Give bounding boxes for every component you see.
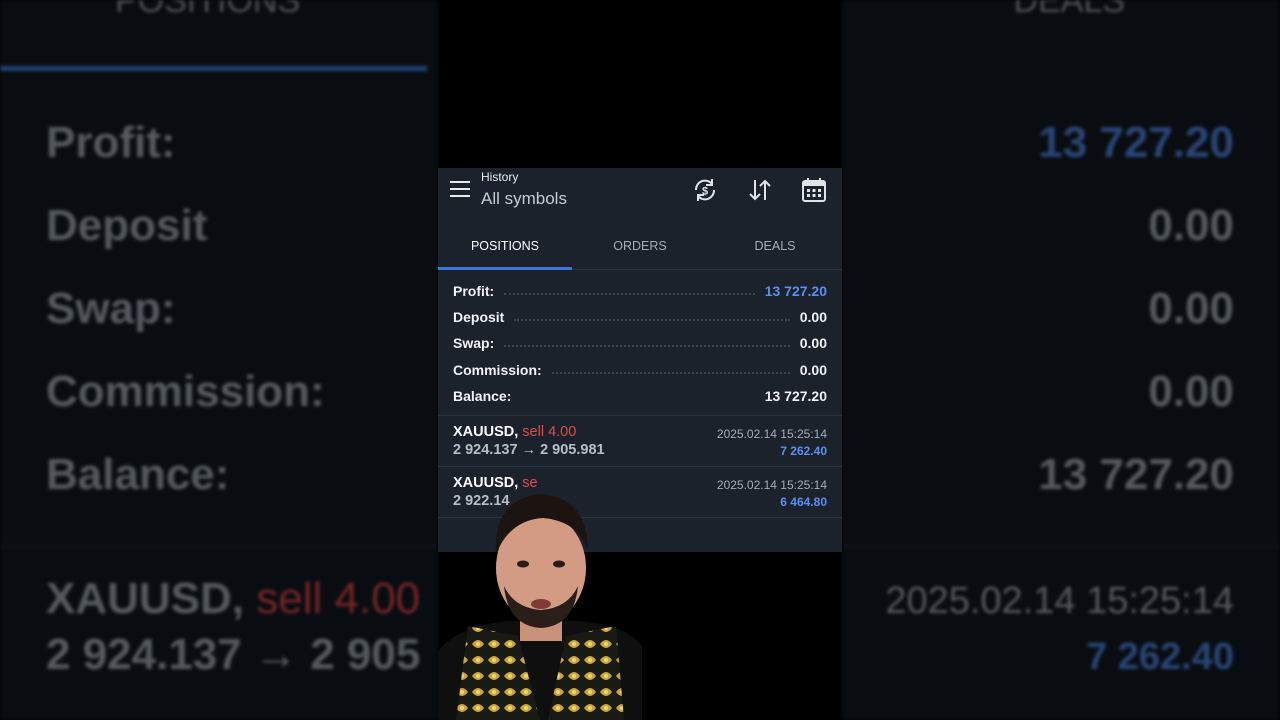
dotted-leader [504,345,790,348]
bg-divider-right [842,546,1280,547]
bg-row-commission: Commission: [46,367,325,416]
bg-value-balance: 13 727.20 [1038,450,1234,499]
presenter-webcam [438,494,642,720]
bg-deal-price: 2 924.137 → 2 905 [46,630,421,679]
deal-profit: 6 464.80 [780,494,827,509]
tab-positions[interactable]: POSITIONS [438,223,572,269]
background-left-blurred: POSITIONS Profit: Deposit Swap: Commissi… [0,0,438,720]
currency-exchange-icon[interactable]: $ [691,176,719,204]
tab-orders[interactable]: ORDERS [573,223,707,269]
deal-side: sell 4.00 [522,423,577,440]
calendar-icon[interactable] [800,176,828,204]
bg-value-swap: 0.00 [1148,284,1234,333]
bg-row-balance: Balance: [46,450,230,499]
deposit-value: 0.00 [799,309,827,326]
bg-row-profit: Profit: [46,118,176,167]
toolbar: History All symbols $ [438,168,842,223]
summary-row-balance: Balance: 13 727.20 [453,387,827,404]
bg-deal-profit: 7 262.40 [1086,636,1234,678]
bg-divider [0,546,438,547]
bg-tab-deals: DEALS [1013,0,1126,20]
swap-value: 0.00 [799,335,827,352]
active-tab-indicator [438,267,572,270]
menu-icon[interactable] [450,181,470,197]
profit-value: 13 727.20 [764,283,827,300]
page-title: History [481,170,519,184]
summary-row-deposit: Deposit 0.00 [453,309,827,326]
sort-icon[interactable] [746,176,774,204]
background-right-blurred: DEALS 13 727.20 0.00 0.00 0.00 13 727.20… [842,0,1280,720]
deal-profit: 7 262.40 [780,443,827,458]
balance-value: 13 727.20 [764,387,827,404]
deal-price: 2 924.137 → 2 905.981 [453,441,605,458]
deal-row[interactable]: XAUUSD, sell 4.00 2 924.137 → 2 905.981 … [438,416,842,467]
bg-tab-positions: POSITIONS [115,0,301,20]
dotted-leader [551,371,790,374]
bg-row-swap: Swap: [46,284,176,333]
svg-text:$: $ [702,186,708,198]
commission-value: 0.00 [799,361,827,378]
bg-deal-time: 2025.02.14 15:25:14 [885,580,1234,622]
bg-value-commission: 0.00 [1148,367,1234,416]
video-frame: POSITIONS Profit: Deposit Swap: Commissi… [0,0,1280,720]
summary-row-swap: Swap: 0.00 [453,335,827,352]
summary-row-commission: Commission: 0.00 [453,361,827,378]
deal-time: 2025.02.14 15:25:14 [716,477,827,492]
bg-value-deposit: 0.00 [1148,201,1234,250]
summary-row-profit: Profit: 13 727.20 [453,283,827,300]
deal-symbol: XAUUSD, [453,423,519,440]
dotted-leader [521,398,754,400]
bg-value-profit: 13 727.20 [1038,118,1234,167]
symbol-filter[interactable]: All symbols [481,189,567,209]
bg-tab-underline [0,66,427,71]
bg-deal-symbol: XAUUSD, sell 4.00 [46,574,421,623]
tab-deals[interactable]: DEALS [708,223,842,269]
history-tabs: POSITIONS ORDERS DEALS [438,223,842,270]
bg-row-deposit: Deposit [46,201,208,250]
dotted-leader [504,293,755,296]
summary-block: Profit: 13 727.20 Deposit 0.00 Swap: 0.0… [438,270,842,416]
deal-time: 2025.02.14 15:25:14 [716,426,827,441]
dotted-leader [514,319,790,322]
